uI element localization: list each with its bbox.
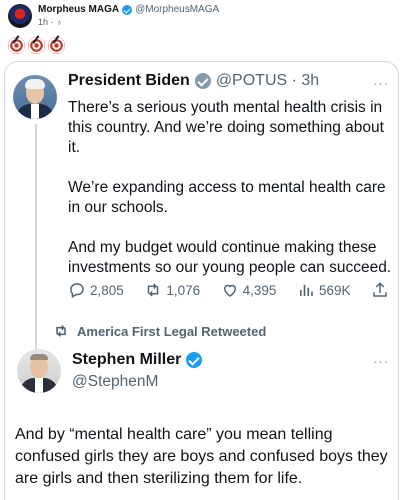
retweet-count: 1,076 (166, 282, 201, 298)
author-handle-time[interactable]: @POTUS · 3h (216, 72, 319, 90)
tweet-action-bar: 2,805 1,076 4,395 569K (68, 281, 393, 299)
outer-author-line: Morpheus MAGA @MorpheusMAGA (38, 4, 219, 16)
tweet-body: There’s a serious youth mental health cr… (68, 98, 393, 298)
government-badge-icon (194, 73, 211, 89)
more-options-icon[interactable]: ··· (373, 76, 389, 91)
views-chart-icon (299, 284, 313, 296)
outer-post-header: Morpheus MAGA @MorpheusMAGA 1h · ♁ (8, 4, 219, 28)
author-name[interactable]: President Biden (68, 72, 190, 90)
heart-icon (223, 284, 236, 297)
tweet-header: President Biden @POTUS · 3h (68, 72, 319, 90)
like-count: 4,395 (242, 282, 277, 298)
reply-count: 2,805 (90, 282, 124, 298)
share-icon (373, 282, 387, 297)
emoji-row (8, 37, 65, 54)
author-name[interactable]: Morpheus MAGA (38, 4, 119, 16)
outer-post-meta: Morpheus MAGA @MorpheusMAGA 1h · ♁ (38, 4, 219, 28)
bullseye-emoji-icon (8, 37, 25, 54)
embedded-thread-card: President Biden @POTUS · 3h ··· There’s … (4, 61, 399, 500)
post-timestamp[interactable]: 1h · ♁ (38, 16, 219, 28)
tweet-header: Stephen Miller (72, 351, 207, 369)
verified-badge-icon (186, 352, 203, 368)
avatar[interactable] (17, 349, 61, 393)
retweet-context[interactable]: America First Legal Retweeted (53, 323, 266, 339)
avatar[interactable] (8, 4, 32, 28)
bullseye-emoji-icon (48, 37, 65, 54)
view-count: 569K (318, 282, 351, 298)
reply-icon (70, 283, 84, 299)
reply-button[interactable]: 2,805 (68, 281, 124, 299)
tweet-paragraph: There’s a serious youth mental health cr… (68, 99, 384, 156)
author-handle[interactable]: @MorpheusMAGA (135, 4, 219, 16)
views-button[interactable]: 569K (297, 281, 351, 299)
tweet-body: And by “mental health care” you mean tel… (15, 426, 388, 487)
like-button[interactable]: 4,395 (221, 281, 277, 299)
share-button[interactable] (371, 281, 393, 299)
retweet-icon (148, 283, 159, 297)
tweet-paragraph: We’re expanding access to mental health … (68, 179, 386, 216)
author-handle[interactable]: @StephenM (72, 373, 158, 391)
avatar[interactable] (13, 75, 57, 119)
thread-connector-line (35, 124, 37, 379)
tweet-paragraph: And my budget would continue making thes… (68, 239, 392, 276)
retweet-icon (56, 325, 66, 337)
author-name[interactable]: Stephen Miller (72, 351, 181, 369)
retweet-context-label: America First Legal Retweeted (77, 323, 267, 339)
retweet-button[interactable]: 1,076 (144, 281, 200, 299)
verified-badge-icon (122, 5, 133, 15)
more-options-icon[interactable]: ··· (373, 354, 389, 369)
bullseye-emoji-icon (28, 37, 45, 54)
